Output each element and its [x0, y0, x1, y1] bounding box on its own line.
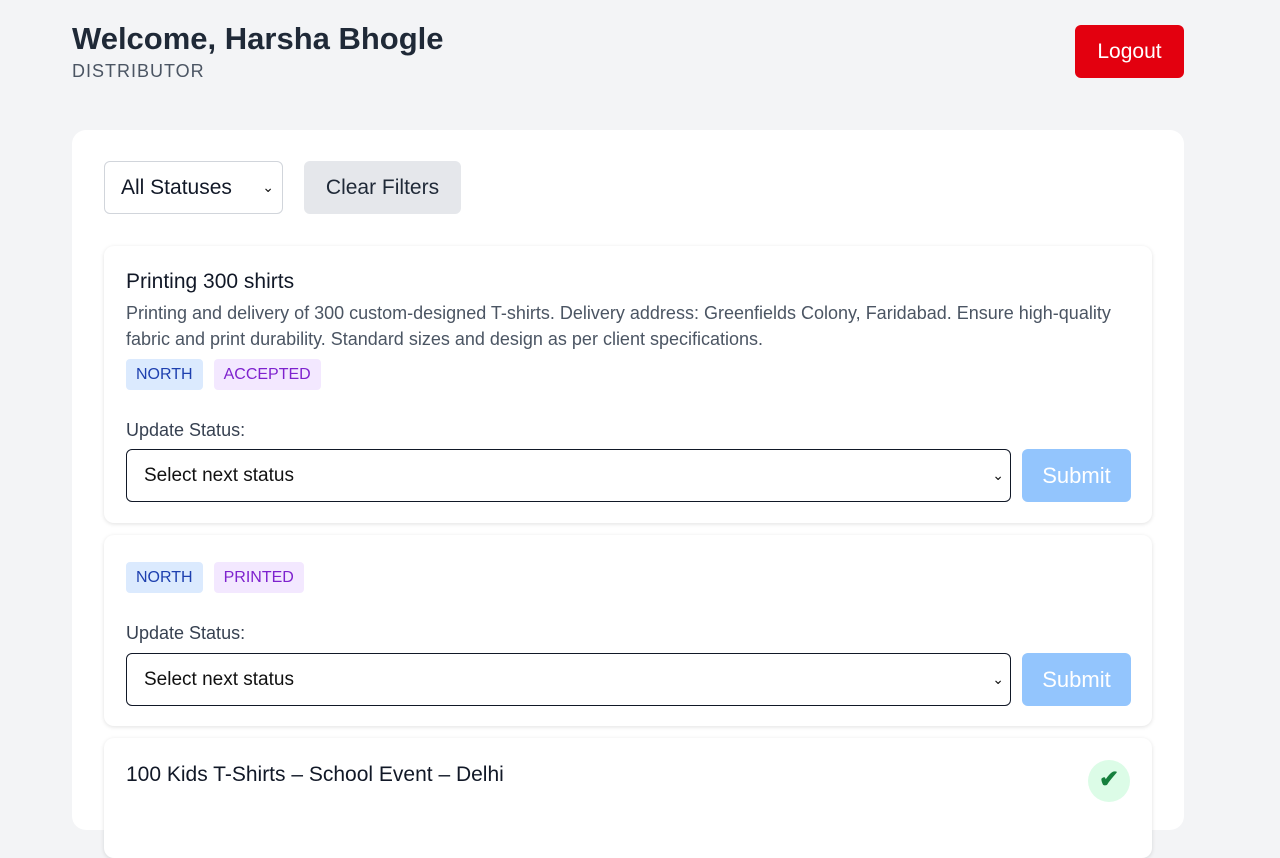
user-role: DISTRIBUTOR	[72, 61, 205, 81]
order-title: 100 Kids T-Shirts – School Event – Delhi	[126, 763, 504, 786]
check-icon: ✔	[1088, 760, 1130, 802]
order-card: 100 Kids T-Shirts – School Event – Delhi…	[104, 738, 1152, 858]
update-status-label: Update Status:	[126, 420, 246, 440]
region-badge: NORTH	[126, 359, 203, 390]
submit-button[interactable]: Submit	[1022, 449, 1131, 502]
region-badge: NORTH	[126, 562, 203, 593]
logout-button[interactable]: Logout	[1075, 25, 1184, 78]
chevron-down-icon: ⌄	[992, 467, 1004, 483]
order-tags: NORTH ACCEPTED	[126, 359, 321, 390]
chevron-down-icon: ⌄	[262, 179, 274, 195]
order-card: NORTH PRINTED Update Status: Select next…	[104, 535, 1152, 726]
next-status-placeholder: Select next status	[144, 669, 294, 690]
page-header: Welcome, Harsha Bhogle DISTRIBUTOR Logou…	[72, 20, 1184, 90]
order-description: Printing and delivery of 300 custom-desi…	[126, 303, 1111, 349]
status-badge: ACCEPTED	[213, 359, 321, 390]
next-status-placeholder: Select next status	[144, 465, 294, 486]
next-status-select[interactable]: Select next status ⌄	[126, 449, 1011, 502]
order-tags: NORTH PRINTED	[126, 562, 304, 593]
chevron-down-icon: ⌄	[992, 671, 1004, 687]
update-status-label: Update Status:	[126, 623, 246, 643]
submit-button[interactable]: Submit	[1022, 653, 1131, 706]
order-title: Printing 300 shirts	[126, 270, 295, 293]
order-card: Printing 300 shirts Printing and deliver…	[104, 246, 1152, 523]
welcome-title: Welcome, Harsha Bhogle	[72, 21, 444, 56]
status-filter-value: All Statuses	[121, 176, 232, 199]
status-badge: PRINTED	[213, 562, 304, 593]
orders-panel: All Statuses ⌄ Clear Filters Printing 30…	[72, 130, 1184, 858]
clear-filters-button[interactable]: Clear Filters	[304, 161, 461, 214]
next-status-select[interactable]: Select next status ⌄	[126, 653, 1011, 706]
status-filter-select[interactable]: All Statuses ⌄	[104, 161, 283, 214]
